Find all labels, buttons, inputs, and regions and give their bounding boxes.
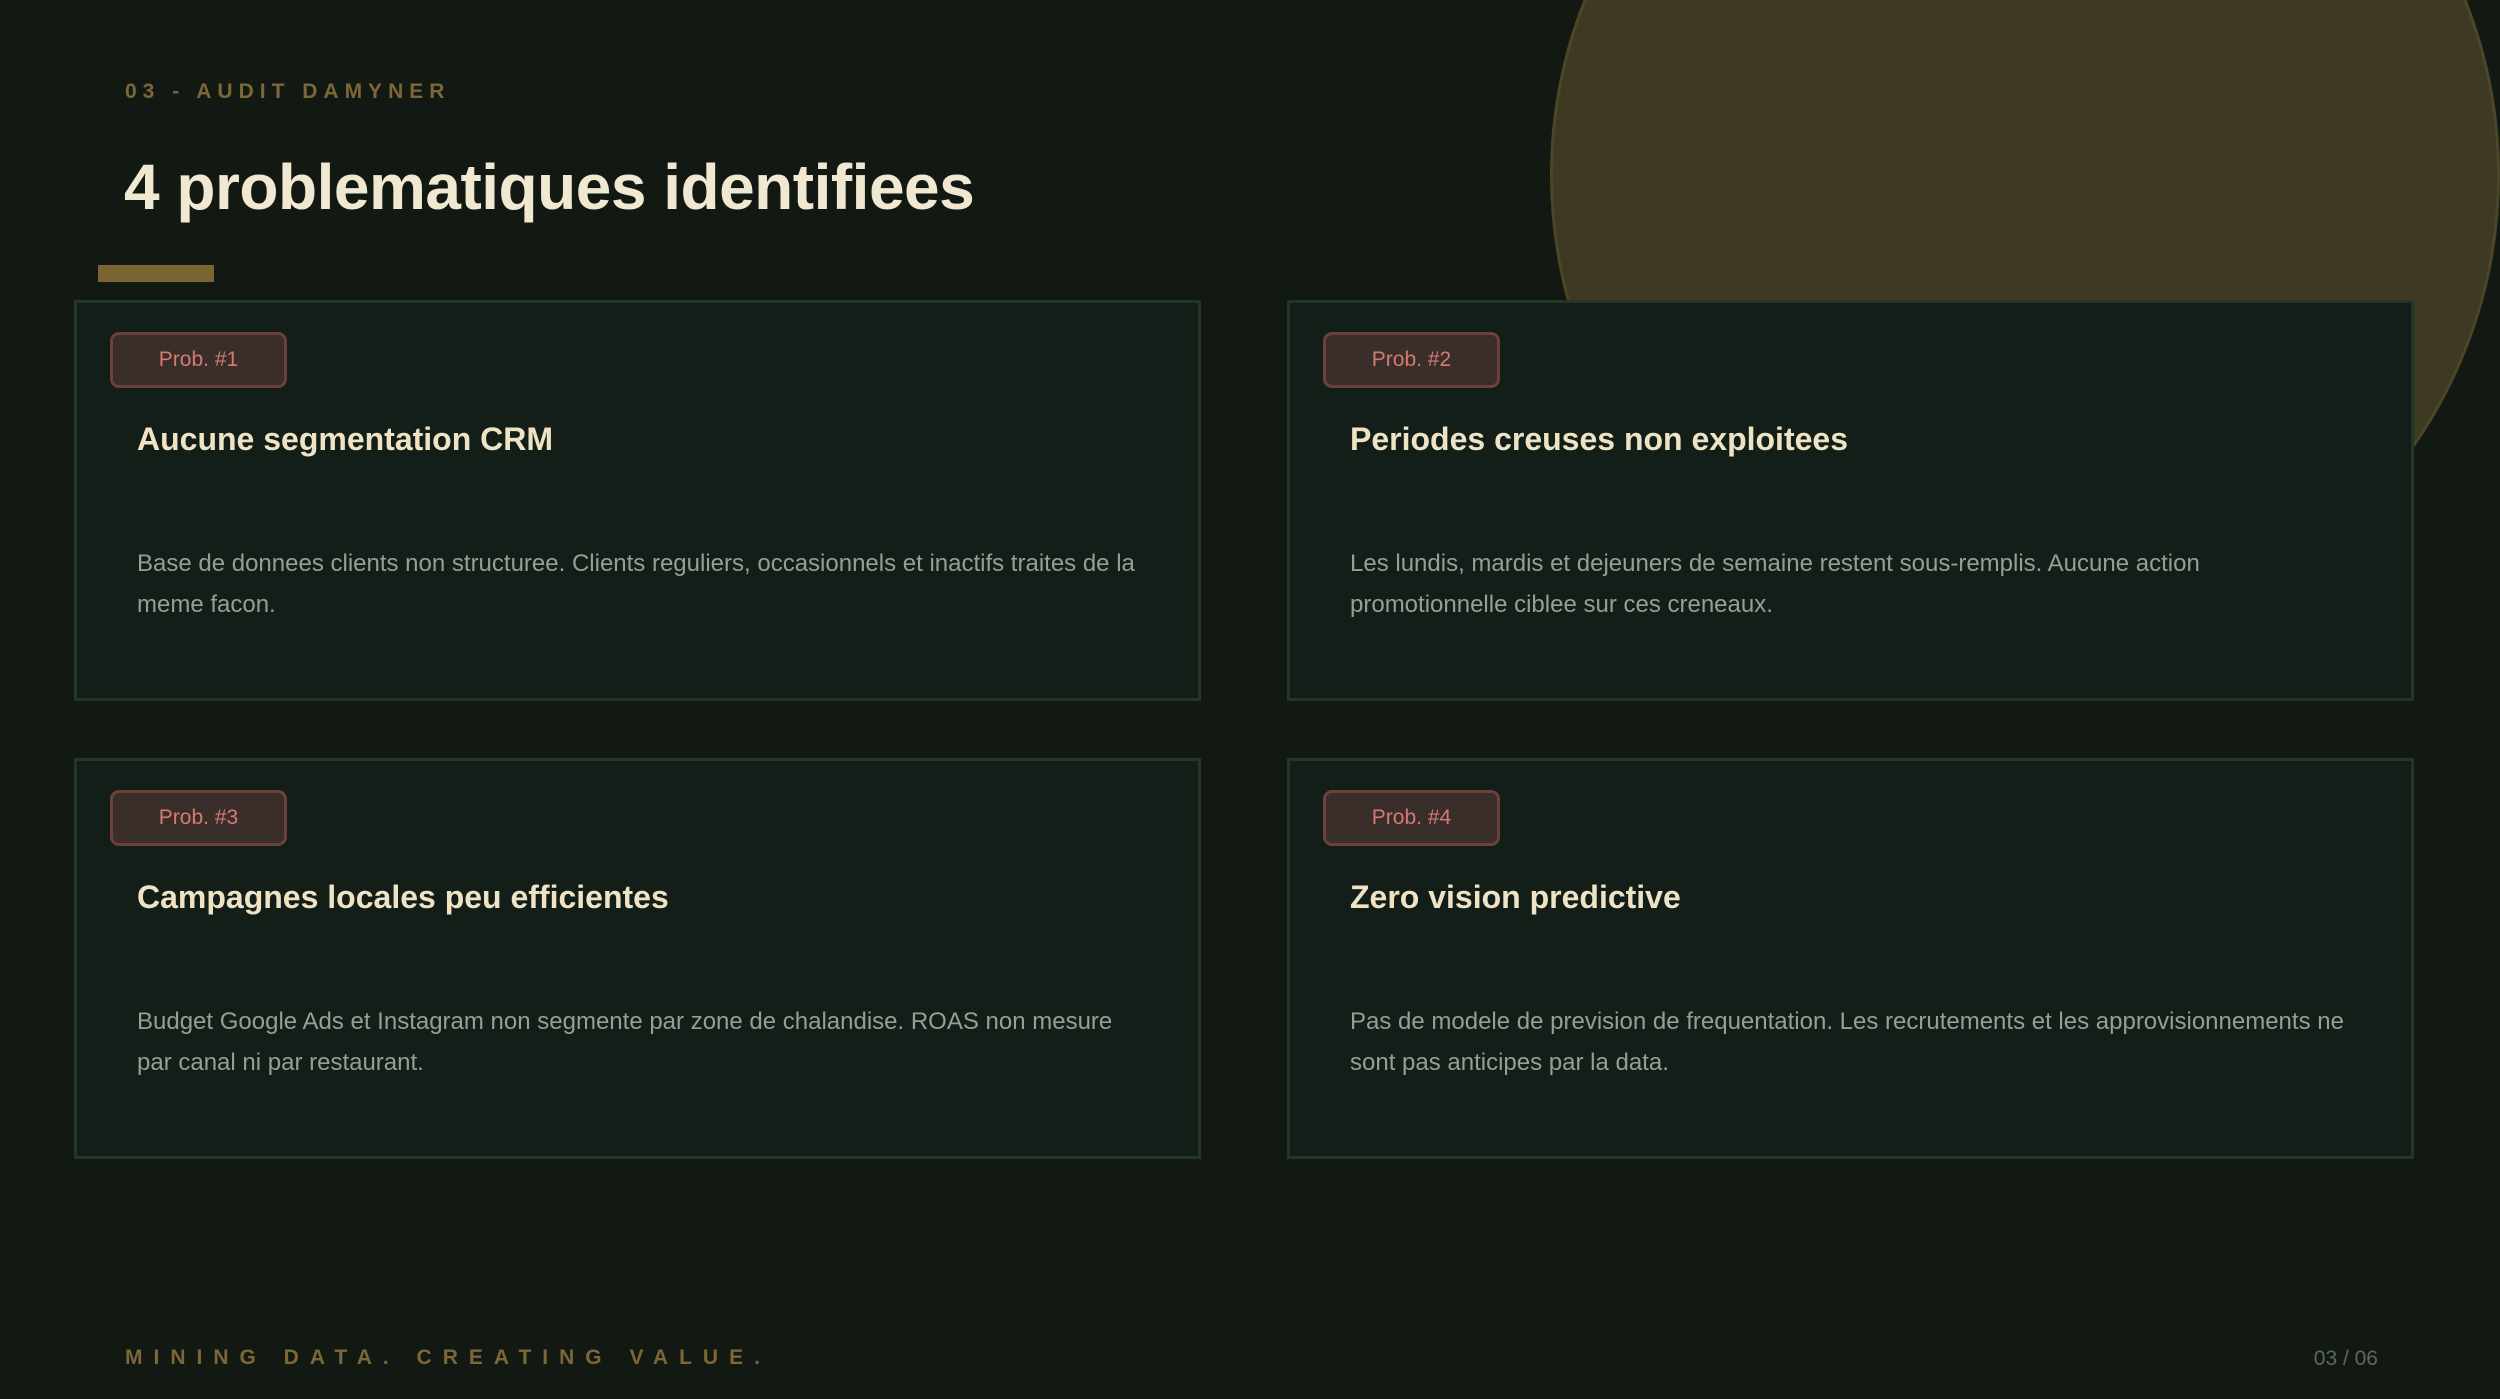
problem-card-2: Prob. #2 Periodes creuses non exploitees… xyxy=(1287,300,2414,701)
footer-tagline: MINING DATA. CREATING VALUE. xyxy=(125,1346,771,1369)
title-underline-accent xyxy=(98,265,214,282)
problem-badge: Prob. #1 xyxy=(110,332,287,388)
problem-title: Zero vision predictive xyxy=(1350,879,1681,915)
page-title: 4 problematiques identifiees xyxy=(124,151,975,223)
problem-card-4: Prob. #4 Zero vision predictive Pas de m… xyxy=(1287,758,2414,1159)
page-counter: 03 / 06 xyxy=(2313,1347,2378,1370)
problem-description: Les lundis, mardis et dejeuners de semai… xyxy=(1350,550,2200,618)
problem-title: Aucune segmentation CRM xyxy=(137,421,554,457)
problem-badge: Prob. #4 xyxy=(1323,790,1500,846)
problem-title: Periodes creuses non exploitees xyxy=(1350,421,1848,457)
problem-card-3: Prob. #3 Campagnes locales peu efficient… xyxy=(74,758,1201,1159)
problem-card-1: Prob. #1 Aucune segmentation CRM Base de… xyxy=(74,300,1201,701)
problem-description: Pas de modele de prevision de frequentat… xyxy=(1350,1008,2344,1076)
problem-badge: Prob. #2 xyxy=(1323,332,1500,388)
section-kicker: 03 - AUDIT DAMYNER xyxy=(125,80,451,103)
problem-description: Budget Google Ads et Instagram non segme… xyxy=(137,1008,1113,1076)
problem-title: Campagnes locales peu efficientes xyxy=(137,879,669,915)
problem-badge: Prob. #3 xyxy=(110,790,287,846)
problem-description: Base de donnees clients non structuree. … xyxy=(137,550,1135,618)
